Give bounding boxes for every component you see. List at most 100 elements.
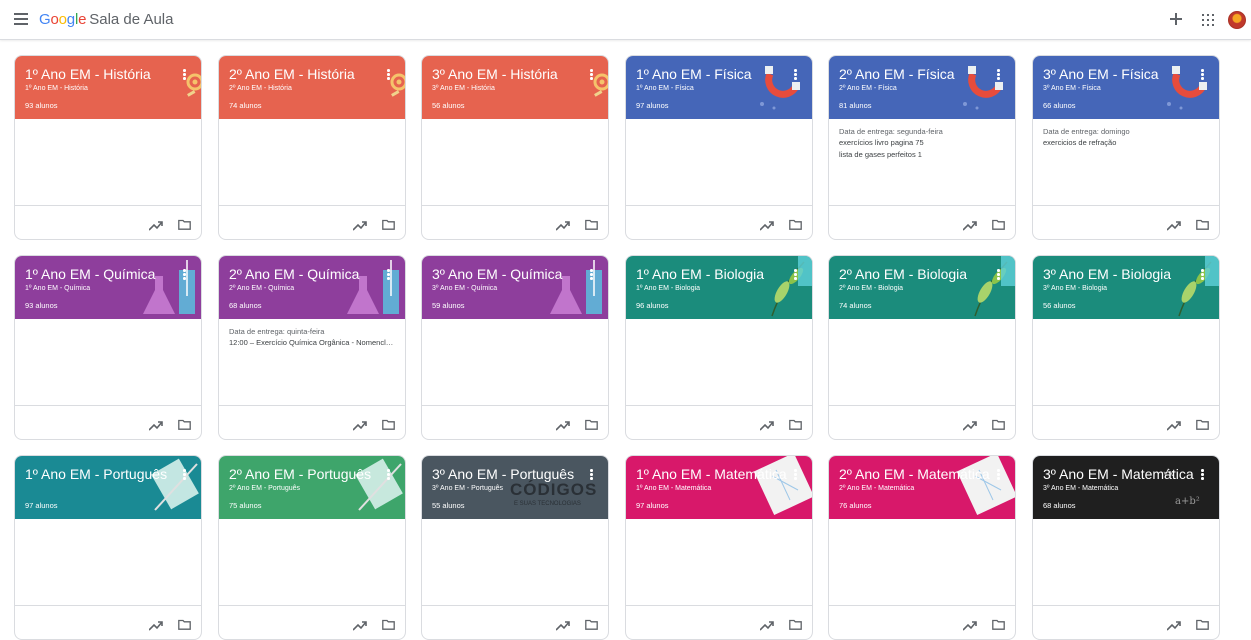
class-card[interactable]: 3º Ano EM - Biologia 3º Ano EM - Biologia… — [1032, 255, 1220, 440]
class-card-banner[interactable]: 1º Ano EM - Matemática 1º Ano EM - Matemá… — [626, 456, 812, 519]
folder-icon[interactable] — [1196, 617, 1209, 630]
hamburger-menu-icon[interactable] — [14, 13, 28, 25]
more-options-icon[interactable] — [794, 469, 798, 481]
class-card-banner[interactable]: 1º Ano EM - Biologia 1º Ano EM - Biologia… — [626, 256, 812, 319]
folder-icon[interactable] — [585, 617, 598, 630]
folder-icon[interactable] — [382, 417, 395, 430]
progress-trend-icon[interactable] — [759, 618, 774, 631]
class-title-link[interactable]: 2º Ano EM - Português — [229, 466, 381, 482]
class-card[interactable]: 3º Ano EM - História 3º Ano EM - História… — [421, 55, 609, 240]
progress-trend-icon[interactable] — [555, 618, 570, 631]
class-card-banner[interactable]: 1º Ano EM - História 1º Ano EM - História… — [15, 56, 201, 119]
class-card[interactable]: 1º Ano EM - Português 97 alunos — [14, 455, 202, 640]
progress-trend-icon[interactable] — [962, 618, 977, 631]
progress-trend-icon[interactable] — [148, 618, 163, 631]
assignment-link[interactable]: 12:00 – Exercício Química Orgânica - Nom… — [229, 338, 397, 347]
class-card[interactable]: 2º Ano EM - Biologia 2º Ano EM - Biologia… — [828, 255, 1016, 440]
class-card-banner[interactable]: 1º Ano EM - Português 97 alunos — [15, 456, 201, 519]
class-card[interactable]: 2º Ano EM - Matemática 2º Ano EM - Matemá… — [828, 455, 1016, 640]
more-options-icon[interactable] — [183, 469, 187, 481]
class-title-link[interactable]: 2º Ano EM - História — [229, 66, 381, 82]
assignment-link[interactable]: exercícios livro pagina 75 — [839, 138, 1007, 147]
folder-icon[interactable] — [178, 617, 191, 630]
progress-trend-icon[interactable] — [1166, 418, 1181, 431]
more-options-icon[interactable] — [997, 69, 1001, 81]
progress-trend-icon[interactable] — [1166, 218, 1181, 231]
class-card-banner[interactable]: 3º Ano EM - Química 3º Ano EM - Química 59… — [422, 256, 608, 319]
app-logo[interactable]: Google Sala de Aula — [39, 11, 173, 28]
class-card-banner[interactable]: 1º Ano EM - Química 1º Ano EM - Química 93… — [15, 256, 201, 319]
progress-trend-icon[interactable] — [148, 418, 163, 431]
class-card[interactable]: 2º Ano EM - Física 2º Ano EM - Física 81 a… — [828, 55, 1016, 240]
progress-trend-icon[interactable] — [352, 218, 367, 231]
progress-trend-icon[interactable] — [352, 418, 367, 431]
class-card-banner[interactable]: 3º Ano EM - Biologia 3º Ano EM - Biologia… — [1033, 256, 1219, 319]
class-card-banner[interactable]: 2º Ano EM - Matemática 2º Ano EM - Matemá… — [829, 456, 1015, 519]
folder-icon[interactable] — [178, 217, 191, 230]
class-card-banner[interactable]: 2º Ano EM - Física 2º Ano EM - Física 81 a… — [829, 56, 1015, 119]
class-title-link[interactable]: 3º Ano EM - Matemática — [1043, 466, 1195, 482]
class-card[interactable]: CÓDIGOS E SUAS TECNOLOGIAS 3º Ano EM - Por… — [421, 455, 609, 640]
more-options-icon[interactable] — [590, 69, 594, 81]
class-title-link[interactable]: 1º Ano EM - Português — [25, 466, 177, 482]
class-title-link[interactable]: 1º Ano EM - História — [25, 66, 177, 82]
assignment-link[interactable]: exercicios de refração — [1043, 138, 1211, 147]
more-options-icon[interactable] — [1201, 269, 1205, 281]
class-title-link[interactable]: 1º Ano EM - Biologia — [636, 266, 788, 282]
folder-icon[interactable] — [585, 417, 598, 430]
more-options-icon[interactable] — [590, 269, 594, 281]
more-options-icon[interactable] — [794, 269, 798, 281]
class-card-banner[interactable]: 2º Ano EM - Biologia 2º Ano EM - Biologia… — [829, 256, 1015, 319]
more-options-icon[interactable] — [590, 469, 594, 481]
more-options-icon[interactable] — [183, 269, 187, 281]
assignment-link[interactable]: lista de gases perfeitos 1 — [839, 150, 1007, 159]
folder-icon[interactable] — [789, 617, 802, 630]
class-title-link[interactable]: 3º Ano EM - Biologia — [1043, 266, 1195, 282]
class-card-banner[interactable]: 2º Ano EM - História 2º Ano EM - História… — [219, 56, 405, 119]
folder-icon[interactable] — [992, 417, 1005, 430]
progress-trend-icon[interactable] — [555, 218, 570, 231]
class-card-banner[interactable]: 2º Ano EM - Português 2º Ano EM - Portugu… — [219, 456, 405, 519]
class-card[interactable]: √x a+b² 3º Ano EM - Matemática 3º Ano EM - … — [1032, 455, 1220, 640]
class-card[interactable]: 2º Ano EM - Português 2º Ano EM - Portugu… — [218, 455, 406, 640]
progress-trend-icon[interactable] — [962, 418, 977, 431]
progress-trend-icon[interactable] — [555, 418, 570, 431]
class-card[interactable]: 1º Ano EM - Física 1º Ano EM - Física 97 a… — [625, 55, 813, 240]
folder-icon[interactable] — [585, 217, 598, 230]
class-title-link[interactable]: 1º Ano EM - Física — [636, 66, 788, 82]
more-options-icon[interactable] — [1201, 469, 1205, 481]
more-options-icon[interactable] — [387, 69, 391, 81]
folder-icon[interactable] — [1196, 217, 1209, 230]
folder-icon[interactable] — [789, 217, 802, 230]
progress-trend-icon[interactable] — [352, 618, 367, 631]
avatar[interactable] — [1228, 11, 1246, 29]
class-card[interactable]: 2º Ano EM - Química 2º Ano EM - Química 68… — [218, 255, 406, 440]
folder-icon[interactable] — [1196, 417, 1209, 430]
class-card-banner[interactable]: CÓDIGOS E SUAS TECNOLOGIAS 3º Ano EM - Por… — [422, 456, 608, 519]
plus-icon[interactable] — [1168, 11, 1184, 27]
folder-icon[interactable] — [992, 617, 1005, 630]
folder-icon[interactable] — [382, 217, 395, 230]
progress-trend-icon[interactable] — [1166, 618, 1181, 631]
folder-icon[interactable] — [178, 417, 191, 430]
apps-grid-icon[interactable] — [1202, 14, 1214, 26]
class-title-link[interactable]: 3º Ano EM - Física — [1043, 66, 1195, 82]
class-card[interactable]: 3º Ano EM - Física 3º Ano EM - Física 66 a… — [1032, 55, 1220, 240]
class-card-banner[interactable]: √x a+b² 3º Ano EM - Matemática 3º Ano EM - … — [1033, 456, 1219, 519]
folder-icon[interactable] — [992, 217, 1005, 230]
more-options-icon[interactable] — [183, 69, 187, 81]
progress-trend-icon[interactable] — [962, 218, 977, 231]
class-title-link[interactable]: 2º Ano EM - Matemática — [839, 466, 991, 482]
class-card-banner[interactable]: 1º Ano EM - Física 1º Ano EM - Física 97 a… — [626, 56, 812, 119]
class-title-link[interactable]: 2º Ano EM - Física — [839, 66, 991, 82]
more-options-icon[interactable] — [387, 469, 391, 481]
progress-trend-icon[interactable] — [759, 218, 774, 231]
progress-trend-icon[interactable] — [759, 418, 774, 431]
more-options-icon[interactable] — [997, 469, 1001, 481]
class-card-banner[interactable]: 3º Ano EM - História 3º Ano EM - História… — [422, 56, 608, 119]
more-options-icon[interactable] — [387, 269, 391, 281]
class-title-link[interactable]: 1º Ano EM - Química — [25, 266, 177, 282]
more-options-icon[interactable] — [997, 269, 1001, 281]
class-title-link[interactable]: 2º Ano EM - Química — [229, 266, 381, 282]
folder-icon[interactable] — [382, 617, 395, 630]
